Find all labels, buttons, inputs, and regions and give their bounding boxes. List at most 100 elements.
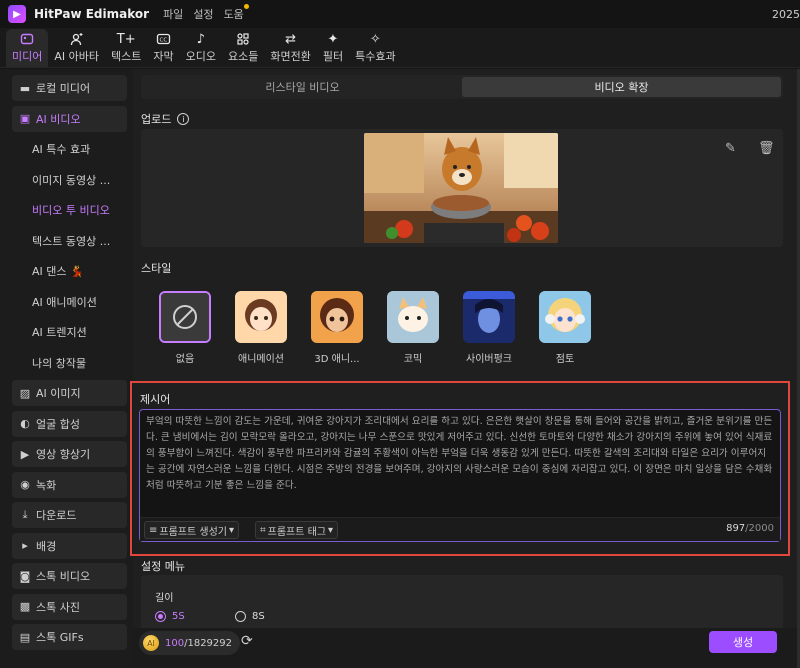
style-option-none[interactable]: 없음 — [147, 291, 223, 365]
tab-effects[interactable]: ✧ 특수효과 — [349, 29, 401, 67]
menu-file[interactable]: 파일 — [163, 6, 183, 22]
sidebar-item-image-to-video[interactable]: 이미지 동영상 ... — [12, 167, 127, 193]
sidebar-item-enhancer[interactable]: ▶ 영상 향상기 — [12, 441, 127, 467]
style-option-animation[interactable]: 애니메이션 — [223, 291, 299, 365]
gif-icon: ▤ — [19, 630, 31, 644]
length-option-label: 8S — [252, 611, 265, 622]
app-name: HitPaw Edimakor — [34, 7, 150, 21]
prompt-text[interactable]: 부엌의 따뜻한 느낌이 감도는 가운데, 귀여운 강아지가 조리대에서 요리를 … — [146, 414, 774, 494]
sidebar-item-my-creations[interactable]: 나의 창작물 — [12, 350, 127, 376]
radio-selected-icon — [155, 611, 166, 622]
filter-icon: ✦ — [327, 32, 339, 47]
tab-text[interactable]: T+ 텍스트 — [105, 29, 147, 67]
upload-area[interactable]: ✎ 🗑 — [141, 129, 783, 247]
sidebar-item-background[interactable]: ▸ 배경 — [12, 532, 127, 559]
sidebar-item-text-to-video[interactable]: 텍스트 동영상 ... — [12, 228, 127, 254]
sidebar-item-label: AI 이미지 — [36, 387, 81, 400]
bottom-bar: AI 100 /1829292 ⟳ 생성 — [133, 628, 797, 668]
length-option-8s[interactable]: 8S — [235, 611, 265, 622]
sidebar-item-ai-transition[interactable]: AI 트렌지션 — [12, 319, 127, 345]
tab-audio[interactable]: ♪ 오디오 — [180, 29, 222, 67]
prompt-title: 제시어 — [140, 393, 171, 406]
menu-help[interactable]: 도움 — [224, 4, 249, 22]
tab-filter[interactable]: ✦ 필터 — [317, 29, 349, 67]
sidebar-item-record[interactable]: ◉ 녹화 — [12, 471, 127, 498]
sidebar-item-label: 비디오 투 비디오 — [32, 204, 110, 217]
delete-icon[interactable]: 🗑 — [758, 141, 775, 156]
sidebar-item-local-media[interactable]: ▬ 로컬 미디어 — [12, 75, 127, 101]
tab-audio-label: 오디오 — [185, 50, 217, 63]
menu-bar: 파일 설정 도움 — [163, 4, 249, 22]
sidebar-item-ai-video[interactable]: ▣ AI 비디오 — [12, 105, 127, 132]
sidebar-item-ai-animation[interactable]: AI 애니메이션 — [12, 289, 127, 315]
tab-ai-avatar-label: AI 아바타 — [54, 50, 100, 63]
style-label: 애니메이션 — [238, 354, 284, 365]
style-option-comic[interactable]: 코믹 — [375, 291, 451, 365]
sidebar-item-label: 배경 — [36, 539, 57, 553]
sidebar-item-stock-gifs[interactable]: ▤ 스톡 GIFs — [12, 624, 127, 650]
upload-section-title: 업로드 i — [141, 111, 190, 127]
tag-icon: ⌗ — [260, 524, 266, 536]
app-logo-icon: ▶ — [8, 5, 26, 23]
tab-caption[interactable]: CC 자막 — [147, 29, 179, 67]
coin-icon: AI — [143, 635, 159, 651]
tab-filter-label: 필터 — [322, 50, 344, 63]
style-label: 3D 애니... — [314, 354, 360, 365]
style-label: 없음 — [175, 354, 195, 365]
sidebar-item-download[interactable]: ⤓ 다운로드 — [12, 502, 127, 528]
notification-dot-icon — [243, 4, 249, 9]
sidebar-item-label: 다운로드 — [36, 509, 77, 522]
sidebar-item-ai-image[interactable]: ▨ AI 이미지 — [12, 380, 127, 406]
tab-effects-label: 특수효과 — [355, 50, 396, 63]
radio-unselected-icon — [235, 611, 246, 622]
sidebar-item-stock-video[interactable]: ◙ 스톡 비디오 — [12, 563, 127, 589]
menu-settings[interactable]: 설정 — [193, 6, 213, 22]
style-thumbnail — [235, 291, 287, 343]
tab-extend-video[interactable]: 비디오 확장 — [462, 77, 781, 97]
background-icon: ▸ — [22, 539, 28, 552]
sidebar-item-stock-photo[interactable]: ▩ 스톡 사진 — [12, 593, 127, 620]
prompt-footer: ≡ 프롬프트 생성기 ▾ ⌗ 프롬프트 태그 ▾ 897/2000 — [140, 517, 780, 541]
stock-photo-icon: ▩ — [19, 600, 31, 613]
upload-title: 업로드 — [141, 113, 172, 126]
prompt-tag-button[interactable]: ⌗ 프롬프트 태그 ▾ — [255, 521, 339, 539]
prompt-generator-button[interactable]: ≡ 프롬프트 생성기 ▾ — [144, 521, 240, 539]
sidebar-item-label: AI 특수 효과 — [32, 143, 91, 156]
title-bar: ▶ HitPaw Edimakor 파일 설정 도움 2025 — [0, 0, 800, 28]
length-option-label: 5S — [172, 611, 185, 622]
settings-panel: 길이 5S 8S — [141, 575, 783, 635]
stock-video-icon: ◙ — [19, 569, 31, 583]
sidebar-item-label: 스톡 GIFs — [36, 631, 84, 644]
sidebar-item-video-to-video[interactable]: 비디오 투 비디오 — [12, 197, 127, 223]
style-thumbnail — [463, 291, 515, 343]
style-option-3d-animation[interactable]: 3D 애니... — [299, 291, 375, 365]
style-option-clay[interactable]: 점토 — [527, 291, 603, 365]
sidebar-item-ai-effects[interactable]: AI 특수 효과 — [12, 136, 127, 162]
sidebar-item-label: 스톡 사진 — [36, 600, 80, 614]
tab-media-label: 미디어 — [12, 50, 43, 63]
info-icon[interactable]: i — [177, 113, 190, 125]
svg-text:CC: CC — [159, 38, 167, 44]
style-option-cyberpunk[interactable]: 사이버펑크 — [451, 291, 527, 365]
main-toolbar: 미디어 AI 아바타 T+ 텍스트 CC 자막 ♪ 오디오 요소들 ⇄ 화면전환… — [0, 28, 800, 68]
tab-ai-avatar[interactable]: AI 아바타 — [48, 29, 105, 67]
tab-restyle-video[interactable]: 리스타일 비디오 — [143, 77, 462, 97]
style-label: 점토 — [555, 354, 575, 365]
face-swap-icon: ◐ — [20, 417, 30, 430]
refresh-icon[interactable]: ⟳ — [241, 633, 253, 649]
tab-elements-label: 요소들 — [228, 50, 259, 63]
credits-badge[interactable]: AI 100 /1829292 — [139, 631, 240, 655]
character-count: 897/2000 — [726, 523, 774, 534]
sidebar-item-ai-dance[interactable]: AI 댄스 💃 — [12, 258, 127, 284]
generate-button[interactable]: 생성 — [709, 631, 777, 653]
sidebar-item-face-swap[interactable]: ◐ 얼굴 합성 — [12, 410, 127, 437]
tab-elements[interactable]: 요소들 — [222, 29, 264, 67]
tab-media[interactable]: 미디어 — [6, 29, 49, 67]
edit-icon[interactable]: ✎ — [725, 141, 736, 156]
prompt-section: 제시어 부엌의 따뜻한 느낌이 감도는 가운데, 귀여운 강아지가 조리대에서 … — [130, 381, 790, 556]
tab-transition[interactable]: ⇄ 화면전환 — [264, 29, 316, 67]
length-option-5s[interactable]: 5S — [155, 611, 185, 622]
prompt-input[interactable]: 부엌의 따뜻한 느낌이 감도는 가운데, 귀여운 강아지가 조리대에서 요리를 … — [139, 409, 781, 542]
sidebar-item-label: AI 트렌지션 — [32, 326, 87, 339]
style-thumbnail — [387, 291, 439, 343]
